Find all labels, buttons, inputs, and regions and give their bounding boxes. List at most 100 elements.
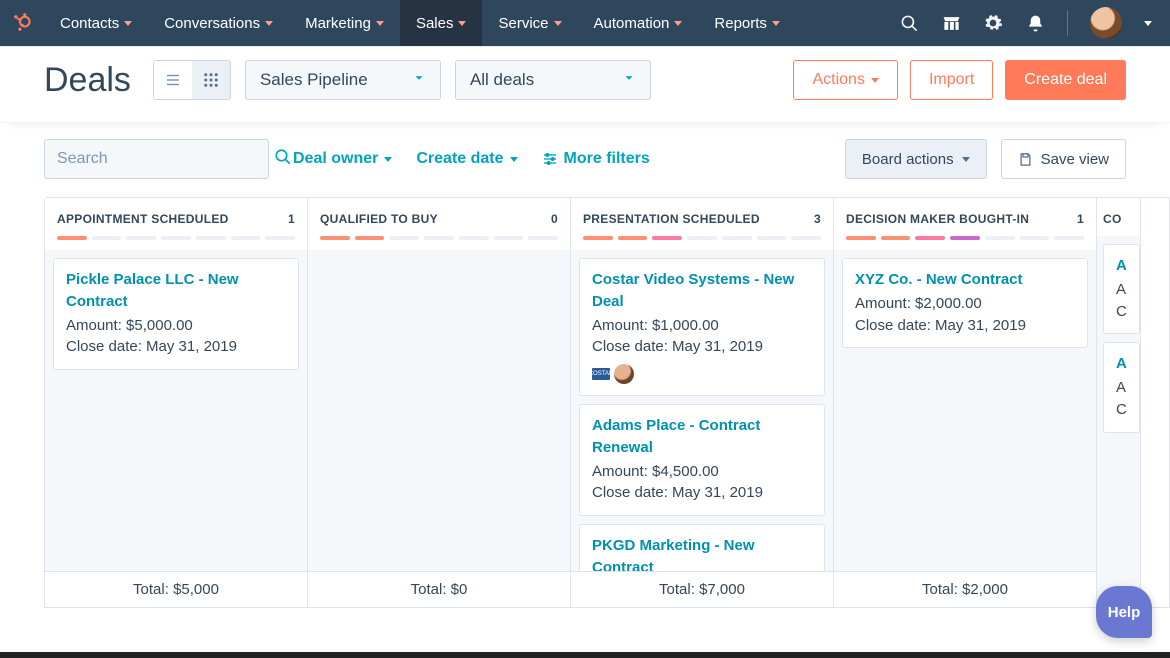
- segment: [1054, 236, 1084, 240]
- view-toggle: [153, 60, 231, 100]
- deal-card-avatars: COSTAR: [592, 364, 812, 384]
- chevron-down-icon: [458, 21, 466, 26]
- search-input[interactable]: [55, 149, 266, 169]
- nav-item-contacts[interactable]: Contacts: [44, 0, 148, 46]
- deal-card[interactable]: Adams Place - Contract RenewalAmount: $4…: [579, 404, 825, 516]
- chevron-down-icon[interactable]: [1144, 21, 1152, 26]
- user-avatar[interactable]: [1090, 7, 1122, 39]
- deal-owner-filter[interactable]: Deal owner: [293, 150, 392, 168]
- nav-item-label: Marketing: [305, 15, 371, 32]
- board-column: QUALIFIED TO BUY0Total: $0: [308, 198, 571, 607]
- column-header: APPOINTMENT SCHEDULED 1: [45, 198, 307, 250]
- deal-card-close-date: Close date: May 31, 2019: [66, 336, 286, 358]
- save-icon: [1018, 152, 1033, 167]
- segment: [687, 236, 717, 240]
- deal-card-title: XYZ Co. - New Contract: [855, 269, 1075, 291]
- segment: [618, 236, 648, 240]
- chevron-down-icon: [772, 21, 780, 26]
- nav-item-marketing[interactable]: Marketing: [289, 0, 400, 46]
- segment: [196, 236, 226, 240]
- help-button[interactable]: Help: [1096, 586, 1152, 638]
- filter-row: Deal owner Create date More filters Boar…: [0, 123, 1170, 197]
- deal-card-close-date: Close date: May 31, 2019: [592, 482, 812, 504]
- segment: [881, 236, 911, 240]
- nav-item-sales[interactable]: Sales: [400, 0, 483, 46]
- deal-card[interactable]: AAC: [1103, 342, 1140, 432]
- deal-card[interactable]: XYZ Co. - New ContractAmount: $2,000.00C…: [842, 258, 1088, 348]
- column-count: 1: [288, 212, 295, 226]
- create-deal-button[interactable]: Create deal: [1005, 60, 1126, 100]
- deal-card-amount: Amount: $2,000.00: [855, 293, 1075, 315]
- nav-divider: [1067, 10, 1068, 36]
- deal-card-close-date: C: [1116, 399, 1127, 421]
- deal-card-title: Costar Video Systems - New Deal: [592, 269, 812, 313]
- nav-item-label: Conversations: [164, 15, 260, 32]
- pipeline-select[interactable]: Sales Pipeline: [245, 60, 441, 100]
- nav-item-reports[interactable]: Reports: [698, 0, 796, 46]
- column-count: 1: [1077, 212, 1084, 226]
- nav-item-label: Automation: [594, 15, 670, 32]
- column-title-row: CO: [1103, 212, 1134, 226]
- column-body: [308, 250, 570, 571]
- help-label: Help: [1108, 604, 1141, 621]
- progress-segments: [320, 236, 558, 240]
- top-navigation: Contacts Conversations Marketing SalesServi…: [0, 0, 1170, 46]
- save-view-button[interactable]: Save view: [1001, 139, 1126, 179]
- footer-strip: [0, 652, 1170, 658]
- create-date-filter[interactable]: Create date: [416, 150, 517, 168]
- nav-item-conversations[interactable]: Conversations: [148, 0, 289, 46]
- actions-button[interactable]: Actions: [793, 60, 897, 100]
- nav-item-automation[interactable]: Automation: [578, 0, 699, 46]
- deals-view-select[interactable]: All deals: [455, 60, 651, 100]
- deal-card-close-date: Close date: May 31, 2019: [592, 336, 812, 358]
- list-view-button[interactable]: [154, 61, 192, 99]
- deal-card-amount: A: [1116, 377, 1127, 399]
- column-title: QUALIFIED TO BUY: [320, 212, 438, 226]
- column-total: Total: $7,000: [571, 571, 833, 607]
- deal-card[interactable]: AAC: [1103, 244, 1140, 334]
- board-view-button[interactable]: [192, 61, 230, 99]
- import-button[interactable]: Import: [910, 60, 993, 100]
- nav-item-label: Reports: [714, 15, 767, 32]
- board-actions-label: Board actions: [862, 151, 954, 168]
- search-icon[interactable]: [899, 13, 919, 33]
- gear-icon[interactable]: [983, 13, 1003, 33]
- segment: [722, 236, 752, 240]
- deal-card[interactable]: PKGD Marketing - New ContractAmount: $1,…: [579, 524, 825, 571]
- progress-segments: [583, 236, 821, 240]
- deals-board: APPOINTMENT SCHEDULED 1 Pickle Palace LLC …: [44, 197, 1170, 608]
- progress-segments: [846, 236, 1084, 240]
- segment: [161, 236, 191, 240]
- column-title: DECISION MAKER BOUGHT-IN: [846, 212, 1029, 226]
- nav-item-service[interactable]: Service: [482, 0, 577, 46]
- search-box[interactable]: [44, 139, 269, 179]
- segment: [231, 236, 261, 240]
- deal-card[interactable]: Pickle Palace LLC - New ContractAmount: …: [53, 258, 299, 370]
- column-body: XYZ Co. - New ContractAmount: $2,000.00C…: [834, 250, 1096, 571]
- pipeline-select-label: Sales Pipeline: [260, 70, 368, 90]
- segment: [652, 236, 682, 240]
- segment: [92, 236, 122, 240]
- deal-owner-label: Deal owner: [293, 150, 378, 168]
- more-filters-button[interactable]: More filters: [542, 150, 650, 168]
- board-column: CO AAC AAC: [1097, 198, 1141, 607]
- segment: [424, 236, 454, 240]
- segment: [528, 236, 558, 240]
- board-column: PRESENTATION SCHEDULED3Costar Video Syst…: [571, 198, 834, 607]
- deal-card-amount: Amount: $5,000.00: [66, 315, 286, 337]
- column-title-row: DECISION MAKER BOUGHT-IN 1: [846, 212, 1084, 226]
- search-icon[interactable]: [274, 148, 292, 171]
- column-body: Pickle Palace LLC - New ContractAmount: …: [45, 250, 307, 571]
- segment: [355, 236, 385, 240]
- chevron-down-icon: [510, 157, 518, 162]
- chevron-down-icon: [554, 21, 562, 26]
- board-actions-button[interactable]: Board actions: [845, 139, 987, 179]
- bell-icon[interactable]: [1025, 13, 1045, 33]
- deal-card[interactable]: Costar Video Systems - New DealAmount: $…: [579, 258, 825, 396]
- column-header: CO: [1097, 198, 1140, 236]
- hubspot-logo[interactable]: [0, 12, 44, 34]
- column-title: APPOINTMENT SCHEDULED: [57, 212, 229, 226]
- marketplace-icon[interactable]: [941, 13, 961, 33]
- column-header: DECISION MAKER BOUGHT-IN 1: [834, 198, 1096, 250]
- board-column: DECISION MAKER BOUGHT-IN 1 XYZ Co. - New C…: [834, 198, 1097, 607]
